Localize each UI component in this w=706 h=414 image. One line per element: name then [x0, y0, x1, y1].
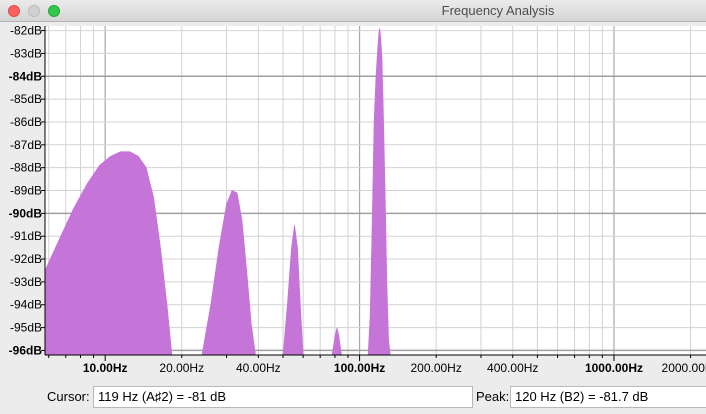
y-tick-label: -91dB — [10, 229, 42, 243]
y-tick-label: -84dB — [9, 69, 43, 83]
x-tick-label: 400.00Hz — [487, 361, 538, 375]
x-tick-label: 1000.00Hz — [585, 361, 643, 375]
y-tick-label: -88dB — [10, 161, 42, 175]
window-title: Frequency Analysis — [441, 3, 555, 18]
y-tick-label: -94dB — [10, 298, 42, 312]
y-tick-label: -92dB — [10, 252, 42, 266]
x-tick-label: 20.00Hz — [159, 361, 204, 375]
y-tick-label: -96dB — [9, 343, 43, 357]
y-tick-label: -90dB — [9, 206, 43, 220]
x-tick-label: 2000.00Hz — [662, 361, 706, 375]
x-tick-label: 10.00Hz — [83, 361, 128, 375]
y-tick-label: -87dB — [10, 138, 42, 152]
peak-readout: 120 Hz (B2) = -81.7 dB — [510, 386, 706, 408]
y-tick-label: -95dB — [10, 321, 42, 335]
cursor-readout: 119 Hz (A♯2) = -81 dB — [93, 386, 473, 408]
y-tick-label: -83dB — [10, 46, 42, 60]
y-tick-label: -86dB — [10, 115, 42, 129]
x-tick-label: 100.00Hz — [334, 361, 385, 375]
y-tick-label: -89dB — [10, 184, 42, 198]
x-tick-label: 200.00Hz — [410, 361, 461, 375]
y-tick-label: -82dB — [10, 24, 42, 38]
frequency-plot[interactable]: -82dB -83dB -84dB -85dB -86dB -87dB -88dB -89dB… — [0, 22, 706, 378]
x-tick-label: 40.00Hz — [236, 361, 281, 375]
y-tick-label: -85dB — [10, 92, 42, 106]
cursor-label: Cursor: — [47, 389, 90, 404]
peak-label: Peak: — [476, 389, 510, 404]
y-tick-label: -93dB — [10, 275, 42, 289]
title-bar: Frequency Analysis — [0, 0, 706, 22]
